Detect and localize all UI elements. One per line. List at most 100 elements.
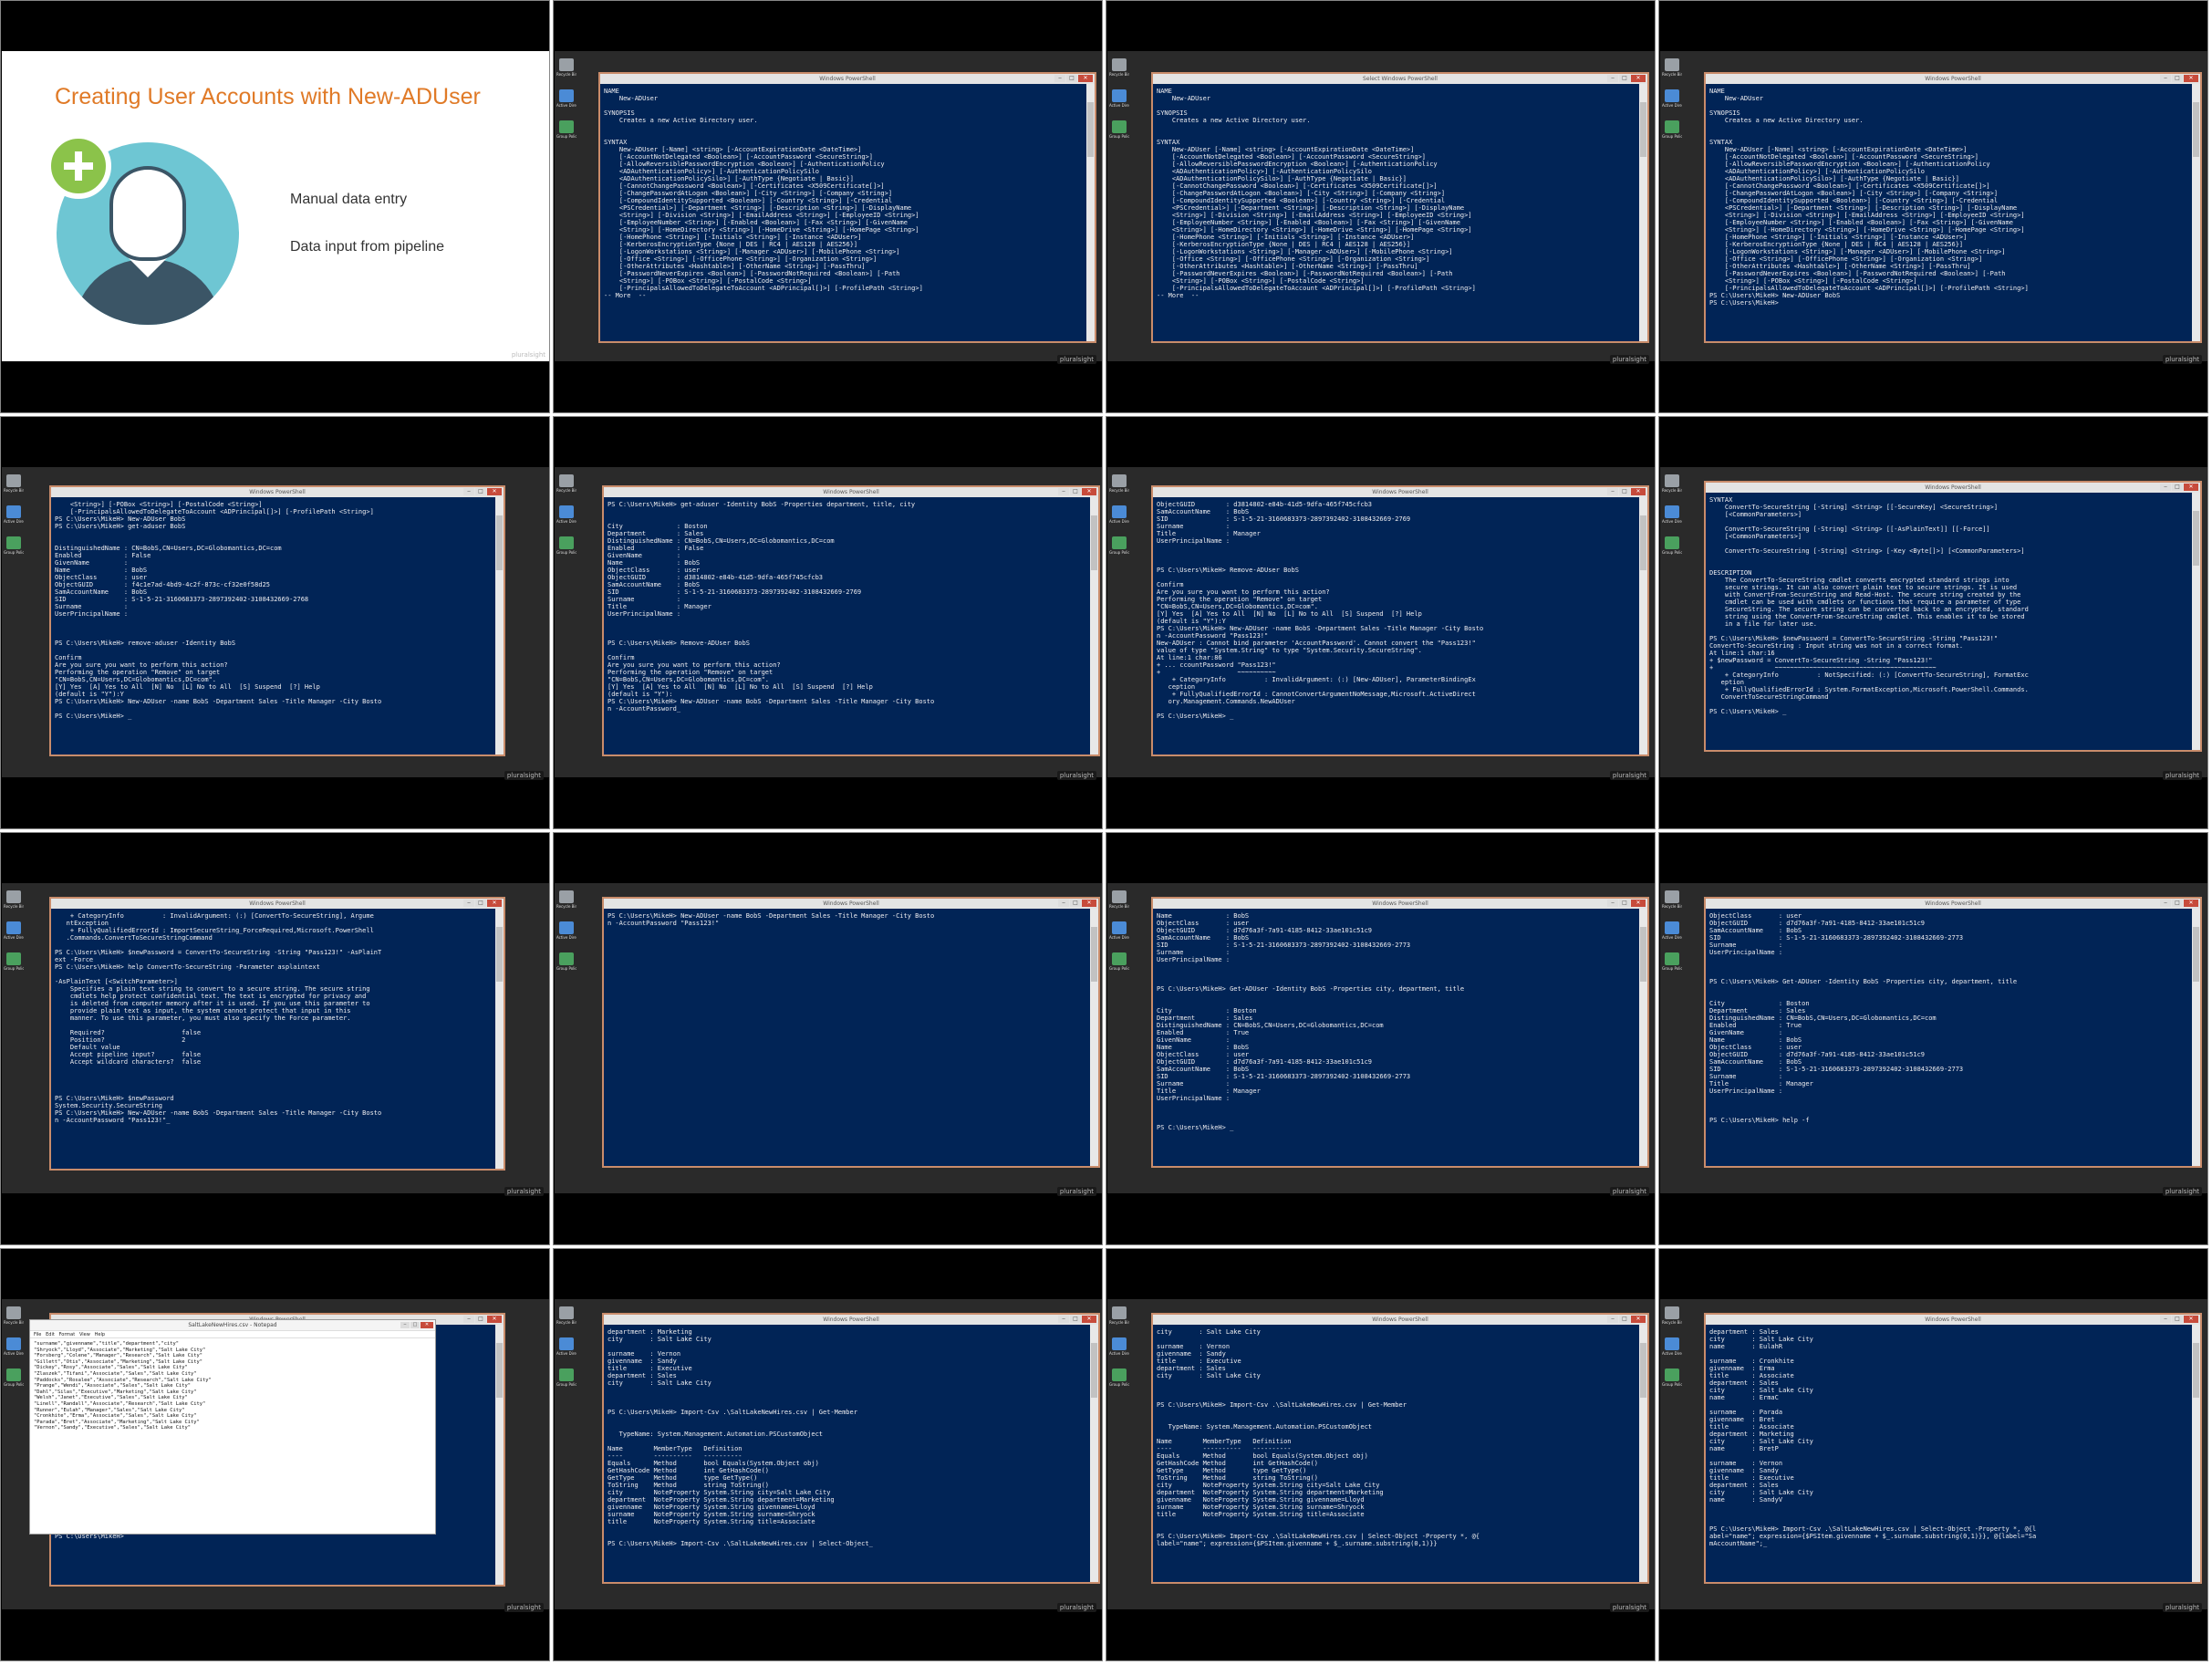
- thumbnail-frame[interactable]: Recycle Bin Active Directory Group Policy W…: [1658, 832, 2208, 1245]
- scrollbar-thumb[interactable]: [496, 927, 503, 982]
- group-policy-icon[interactable]: Group Policy: [1109, 1368, 1129, 1389]
- recycle-bin-icon[interactable]: Recycle Bin: [1662, 58, 1682, 78]
- console-output[interactable]: NAME New-ADUser SYNOPSIS Creates a new A…: [1706, 84, 2192, 341]
- console-output[interactable]: department : Sales city : Salt Lake City…: [1706, 1325, 2192, 1582]
- minimize-icon[interactable]: ‒: [2160, 484, 2171, 491]
- vertical-scrollbar[interactable]: [1090, 1325, 1098, 1582]
- recycle-bin-icon[interactable]: Recycle Bin: [1109, 890, 1129, 911]
- active-directory-icon[interactable]: Active Directory: [1109, 89, 1129, 109]
- close-icon[interactable]: ✕: [2184, 75, 2198, 82]
- close-icon[interactable]: ✕: [421, 1322, 433, 1328]
- scrollbar-thumb[interactable]: [1091, 927, 1097, 982]
- thumbnail-frame[interactable]: Recycle Bin Active Directory Group Policy W…: [1658, 416, 2208, 829]
- scrollbar-thumb[interactable]: [1640, 1343, 1646, 1398]
- active-directory-icon[interactable]: Active Directory: [1109, 921, 1129, 942]
- group-policy-icon[interactable]: Group Policy: [4, 536, 24, 557]
- notepad-text-area[interactable]: "surname","givenname","title","departmen…: [30, 1338, 435, 1434]
- active-directory-icon[interactable]: Active Directory: [1662, 89, 1682, 109]
- powershell-window[interactable]: Windows PowerShell ‒ □ ✕ ObjectClass : user …: [1704, 897, 2202, 1168]
- close-icon[interactable]: ✕: [487, 900, 502, 907]
- group-policy-icon[interactable]: Group Policy: [1662, 120, 1682, 140]
- minimize-icon[interactable]: ‒: [1607, 900, 1618, 907]
- console-output[interactable]: ObjectClass : user ObjectGUID : d7d76a3f…: [1706, 909, 2192, 1166]
- scrollbar-thumb[interactable]: [2193, 102, 2199, 157]
- recycle-bin-icon[interactable]: Recycle Bin: [4, 890, 24, 911]
- recycle-bin-icon[interactable]: Recycle Bin: [4, 474, 24, 494]
- active-directory-icon[interactable]: Active Directory: [1662, 921, 1682, 942]
- powershell-window[interactable]: Windows PowerShell ‒ □ ✕ <String>] [-POBox …: [49, 485, 505, 756]
- maximize-icon[interactable]: □: [1619, 900, 1630, 907]
- recycle-bin-icon[interactable]: Recycle Bin: [1662, 890, 1682, 911]
- thumbnail-frame[interactable]: Recycle Bin Active Directory Group Policy W…: [553, 0, 1103, 413]
- active-directory-icon[interactable]: Active Directory: [4, 921, 24, 942]
- close-icon[interactable]: ✕: [2184, 900, 2198, 907]
- console-output[interactable]: department : Marketing city : Salt Lake …: [604, 1325, 1090, 1582]
- minimize-icon[interactable]: ‒: [1054, 75, 1065, 82]
- group-policy-icon[interactable]: Group Policy: [4, 952, 24, 973]
- vertical-scrollbar[interactable]: [1086, 84, 1095, 341]
- group-policy-icon[interactable]: Group Policy: [556, 536, 576, 557]
- scrollbar-thumb[interactable]: [1087, 102, 1094, 157]
- recycle-bin-icon[interactable]: Recycle Bin: [556, 58, 576, 78]
- thumbnail-frame[interactable]: Recycle Bin Active Directory Group Policy W…: [1106, 416, 1656, 829]
- thumbnail-frame[interactable]: Recycle Bin Active Directory Group Policy W…: [0, 832, 550, 1245]
- maximize-icon[interactable]: □: [475, 488, 486, 495]
- scrollbar-thumb[interactable]: [496, 1343, 503, 1398]
- console-output[interactable]: SYNTAX ConvertTo-SecureString [-String] …: [1706, 493, 2192, 750]
- scrollbar-thumb[interactable]: [2193, 1343, 2199, 1398]
- console-output[interactable]: <String>] [-POBox <String>] [-PostalCode…: [51, 497, 495, 754]
- minimize-icon[interactable]: ‒: [400, 1322, 410, 1328]
- minimize-icon[interactable]: ‒: [1058, 900, 1069, 907]
- minimize-icon[interactable]: ‒: [1058, 488, 1069, 495]
- active-directory-icon[interactable]: Active Directory: [4, 1337, 24, 1358]
- minimize-icon[interactable]: ‒: [463, 900, 474, 907]
- vertical-scrollbar[interactable]: [1639, 497, 1647, 754]
- minimize-icon[interactable]: ‒: [1607, 75, 1618, 82]
- vertical-scrollbar[interactable]: [1639, 909, 1647, 1166]
- recycle-bin-icon[interactable]: Recycle Bin: [556, 890, 576, 911]
- powershell-window[interactable]: Windows PowerShell ‒ □ ✕ PS C:\Users\MikeH> …: [602, 897, 1100, 1168]
- group-policy-icon[interactable]: Group Policy: [4, 1368, 24, 1389]
- powershell-window[interactable]: Select Windows PowerShell ‒ □ ✕ NAME New-ADU…: [1151, 72, 1649, 343]
- powershell-window[interactable]: Windows PowerShell ‒ □ ✕ department : Sales …: [1704, 1313, 2202, 1584]
- recycle-bin-icon[interactable]: Recycle Bin: [1109, 1306, 1129, 1327]
- close-icon[interactable]: ✕: [1078, 75, 1093, 82]
- close-icon[interactable]: ✕: [1631, 1316, 1646, 1323]
- vertical-scrollbar[interactable]: [1090, 497, 1098, 754]
- vertical-scrollbar[interactable]: [495, 909, 504, 1169]
- thumbnail-frame[interactable]: Recycle Bin Active Directory Group Policy W…: [1106, 832, 1656, 1245]
- recycle-bin-icon[interactable]: Recycle Bin: [1109, 58, 1129, 78]
- maximize-icon[interactable]: □: [1619, 75, 1630, 82]
- powershell-window[interactable]: Windows PowerShell ‒ □ ✕ ObjectGUID : d38148…: [1151, 485, 1649, 756]
- close-icon[interactable]: ✕: [1631, 488, 1646, 495]
- thumbnail-frame[interactable]: Recycle Bin Active Directory Group Policy W…: [553, 832, 1103, 1245]
- minimize-icon[interactable]: ‒: [1607, 488, 1618, 495]
- powershell-window[interactable]: Windows PowerShell ‒ □ ✕ PS C:\Users\MikeH> …: [602, 485, 1100, 756]
- minimize-icon[interactable]: ‒: [2160, 900, 2171, 907]
- minimize-icon[interactable]: ‒: [463, 488, 474, 495]
- recycle-bin-icon[interactable]: Recycle Bin: [1109, 474, 1129, 494]
- maximize-icon[interactable]: □: [2172, 900, 2183, 907]
- notepad-menu-bar[interactable]: File Edit Format View Help: [30, 1331, 435, 1338]
- maximize-icon[interactable]: □: [2172, 484, 2183, 491]
- group-policy-icon[interactable]: Group Policy: [1662, 536, 1682, 557]
- vertical-scrollbar[interactable]: [2192, 1325, 2200, 1582]
- minimize-icon[interactable]: ‒: [1058, 1316, 1069, 1323]
- console-output[interactable]: PS C:\Users\MikeH> New-ADUser -name BobS…: [604, 909, 1090, 1166]
- close-icon[interactable]: ✕: [2184, 1316, 2198, 1323]
- active-directory-icon[interactable]: Active Directory: [556, 1337, 576, 1358]
- thumbnail-frame[interactable]: Recycle Bin Active Directory Group Policy W…: [0, 416, 550, 829]
- active-directory-icon[interactable]: Active Directory: [1662, 505, 1682, 526]
- vertical-scrollbar[interactable]: [2192, 493, 2200, 750]
- scrollbar-thumb[interactable]: [496, 515, 503, 570]
- group-policy-icon[interactable]: Group Policy: [1662, 1368, 1682, 1389]
- thumbnail-title-slide[interactable]: Creating User Accounts with New-ADUser Ma…: [0, 0, 550, 413]
- maximize-icon[interactable]: □: [1070, 900, 1081, 907]
- maximize-icon[interactable]: □: [1619, 488, 1630, 495]
- powershell-window[interactable]: Windows PowerShell ‒ □ ✕ NAME New-ADUser SYN…: [1704, 72, 2202, 343]
- powershell-window[interactable]: Windows PowerShell ‒ □ ✕ NAME New-ADUser SYN…: [598, 72, 1096, 343]
- thumbnail-frame[interactable]: Recycle Bin Active Directory Group Policy W…: [1658, 1248, 2208, 1661]
- maximize-icon[interactable]: □: [2172, 75, 2183, 82]
- recycle-bin-icon[interactable]: Recycle Bin: [556, 1306, 576, 1327]
- active-directory-icon[interactable]: Active Directory: [4, 505, 24, 526]
